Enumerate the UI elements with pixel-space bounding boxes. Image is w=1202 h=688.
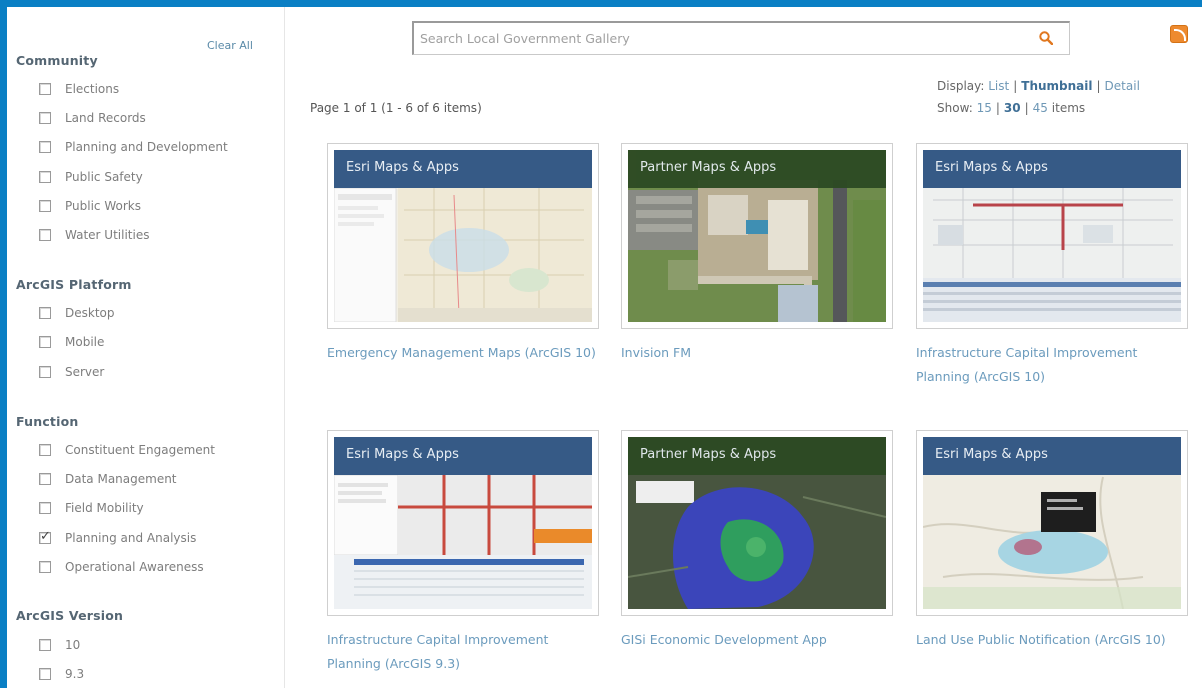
gallery-card: Partner Maps & Apps Invision FM [621,143,893,365]
checkbox[interactable] [39,200,51,212]
checkbox[interactable] [39,502,51,514]
checkbox[interactable] [39,112,51,124]
separator: | [995,101,1000,115]
filter-item-mobile[interactable]: Mobile [39,332,104,352]
filter-item-label: Operational Awareness [65,560,204,574]
filter-item-label: Mobile [65,335,105,349]
search-input[interactable] [414,31,1014,46]
filter-item-label: Field Mobility [65,501,144,515]
checkbox[interactable] [39,561,51,573]
filter-item-version-10[interactable]: 10 [39,635,80,655]
gallery-card: Esri Maps & Apps Infrastructure Capital … [327,430,599,676]
display-thumbnail-link[interactable]: Thumbnail [1021,79,1092,93]
card-banner: Esri Maps & Apps [334,437,592,475]
card-title-link[interactable]: Infrastructure Capital Improvement Plann… [327,628,597,676]
card-banner: Partner Maps & Apps [628,437,886,475]
filter-item-label: Desktop [65,306,115,320]
rss-icon[interactable] [1170,25,1188,43]
display-label: Display: [937,79,985,93]
filter-item-label: Public Works [65,199,141,213]
filter-item-version-9-3[interactable]: 9.3 [39,664,84,684]
card-title-link[interactable]: Land Use Public Notification (ArcGIS 10) [916,628,1186,652]
separator: | [1024,101,1029,115]
card-title-link[interactable]: Infrastructure Capital Improvement Plann… [916,341,1186,389]
filter-group-arcgis-version-title: ArcGIS Version [16,608,124,623]
card-banner: Esri Maps & Apps [923,437,1181,475]
display-list-link[interactable]: List [988,79,1009,93]
card-banner: Esri Maps & Apps [334,150,592,188]
card-thumbnail[interactable]: Partner Maps & Apps [621,430,893,616]
card-thumbnail[interactable]: Esri Maps & Apps [327,143,599,329]
filter-group-function-title: Function [16,414,79,429]
show-items-label: items [1051,101,1086,115]
show-options: Show: 15 | 30 | 45 items [937,101,1085,115]
filter-item-label: 9.3 [65,667,85,681]
filter-item-land-records[interactable]: Land Records [39,108,146,128]
checkbox[interactable] [39,83,51,95]
filter-item-operational-awareness[interactable]: Operational Awareness [39,557,204,577]
filter-item-constituent-engagement[interactable]: Constituent Engagement [39,440,215,460]
filter-item-label: Planning and Development [65,140,228,154]
checkbox[interactable] [39,307,51,319]
separator: | [1096,79,1101,93]
filter-item-label: Constituent Engagement [65,443,215,457]
filter-item-label: 10 [65,638,81,652]
page-frame: Clear All Community Elections Land Recor… [7,7,1202,688]
show-30-link[interactable]: 30 [1004,101,1021,115]
card-thumbnail[interactable]: Esri Maps & Apps [327,430,599,616]
card-thumbnail[interactable]: Partner Maps & Apps [621,143,893,329]
checkbox-checked[interactable] [39,529,51,544]
card-thumbnail[interactable]: Esri Maps & Apps [916,143,1188,329]
filter-item-field-mobility[interactable]: Field Mobility [39,498,144,518]
checkbox[interactable] [39,171,51,183]
filter-item-water-utilities[interactable]: Water Utilities [39,225,149,245]
filter-item-desktop[interactable]: Desktop [39,303,115,323]
gallery-card: Esri Maps & Apps Land Use Public Notific… [916,430,1188,652]
checkbox[interactable] [39,229,51,241]
filter-item-label: Land Records [65,111,146,125]
filter-item-label: Public Safety [65,170,143,184]
show-15-link[interactable]: 15 [977,101,992,115]
checkbox[interactable] [39,366,51,378]
checkbox[interactable] [39,668,51,680]
display-detail-link[interactable]: Detail [1105,79,1140,93]
clear-all-link[interactable]: Clear All [207,39,253,52]
gallery-card: Partner Maps & Apps GISi Economic Develo… [621,430,893,652]
filter-item-public-safety[interactable]: Public Safety [39,167,143,187]
filter-group-arcgis-platform-title: ArcGIS Platform [16,277,132,292]
filter-item-label: Data Management [65,472,177,486]
checkbox[interactable] [39,639,51,651]
gallery-card: Esri Maps & Apps Emergency Management Ma… [327,143,599,365]
filter-item-label: Planning and Analysis [65,531,197,545]
filter-item-label: Elections [65,82,120,96]
filter-item-label: Server [65,365,105,379]
card-banner: Partner Maps & Apps [628,150,886,188]
filter-item-public-works[interactable]: Public Works [39,196,141,216]
card-title-link[interactable]: Emergency Management Maps (ArcGIS 10) [327,341,597,365]
filter-item-planning-and-analysis[interactable]: Planning and Analysis [39,528,196,548]
checkbox[interactable] [39,336,51,348]
filter-item-label: Water Utilities [65,228,150,242]
checkbox[interactable] [39,444,51,456]
filter-group-community-title: Community [16,53,98,68]
show-label: Show: [937,101,973,115]
filter-item-planning-and-development[interactable]: Planning and Development [39,137,228,157]
gallery-card: Esri Maps & Apps Infrastructure Capital … [916,143,1188,389]
search-icon[interactable] [1039,31,1053,45]
display-options: Display: List | Thumbnail | Detail [937,79,1140,93]
card-title-link[interactable]: GISi Economic Development App [621,628,891,652]
show-45-link[interactable]: 45 [1033,101,1048,115]
search-box [412,21,1070,55]
card-banner: Esri Maps & Apps [923,150,1181,188]
card-title-link[interactable]: Invision FM [621,341,891,365]
card-thumbnail[interactable]: Esri Maps & Apps [916,430,1188,616]
checkbox[interactable] [39,141,51,153]
filter-item-data-management[interactable]: Data Management [39,469,177,489]
filter-item-elections[interactable]: Elections [39,79,119,99]
filter-sidebar: Clear All Community Elections Land Recor… [7,7,285,688]
checkbox[interactable] [39,473,51,485]
filter-item-server[interactable]: Server [39,362,104,382]
separator: | [1013,79,1018,93]
page-info: Page 1 of 1 (1 - 6 of 6 items) [310,101,482,115]
